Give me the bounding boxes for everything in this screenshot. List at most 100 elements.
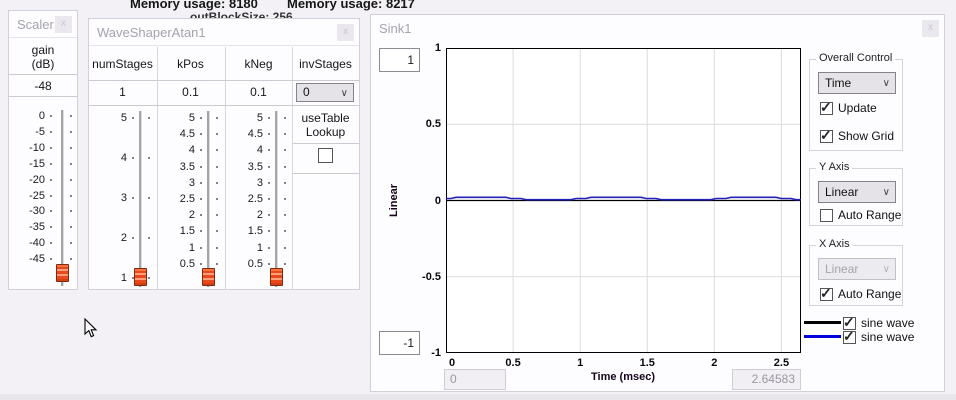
slider-handle[interactable] bbox=[134, 268, 147, 286]
x-axis-group: X Axis Linear ∨ Auto Range bbox=[809, 245, 903, 306]
slider-tick-label: -20 bbox=[9, 174, 45, 186]
ws-column-header: kNeg bbox=[225, 57, 292, 71]
slider-tick-mark bbox=[50, 163, 52, 165]
ws-column-value: 0.1 bbox=[225, 85, 292, 99]
slider-tick-mark bbox=[200, 214, 202, 216]
x-auto-range-row[interactable]: Auto Range bbox=[820, 287, 901, 301]
slider-tick-mark bbox=[268, 182, 270, 184]
slider-tick-mark bbox=[70, 226, 72, 228]
scaler-value: -48 bbox=[9, 79, 77, 93]
plot-canvas[interactable] bbox=[446, 48, 801, 353]
slider-track[interactable] bbox=[207, 111, 210, 287]
slider-tick-mark bbox=[216, 133, 218, 135]
y-auto-range-checkbox[interactable] bbox=[820, 209, 833, 222]
x-min-input[interactable]: 0 bbox=[444, 369, 506, 390]
slider-tick-mark bbox=[200, 117, 202, 119]
domain-select[interactable]: Time ∨ bbox=[818, 72, 896, 94]
slider-tick-mark bbox=[216, 182, 218, 184]
update-checkbox[interactable] bbox=[820, 102, 833, 115]
slider-tick-mark bbox=[284, 263, 286, 265]
panel-close-icon[interactable]: x bbox=[922, 20, 939, 37]
x-tick-label: 1.5 bbox=[640, 357, 655, 369]
slider-tick-mark bbox=[200, 166, 202, 168]
slider-tick-label: 2 bbox=[225, 209, 263, 221]
slider-tick-mark bbox=[50, 147, 52, 149]
slider-tick-mark bbox=[216, 230, 218, 232]
slider-tick-label: 0.5 bbox=[225, 258, 263, 270]
slider-tick-mark bbox=[268, 149, 270, 151]
slider-tick-label: -30 bbox=[9, 205, 45, 217]
slider-handle[interactable] bbox=[202, 268, 215, 286]
window-bottom-edge bbox=[0, 394, 956, 400]
slider-tick-mark bbox=[132, 237, 134, 239]
y-scale-selected-value: Linear bbox=[825, 185, 858, 199]
plot-area[interactable] bbox=[446, 48, 801, 353]
invstages-header: invStages bbox=[292, 57, 359, 71]
slider-tick-mark bbox=[200, 149, 202, 151]
ws-column-value: 1 bbox=[89, 85, 156, 99]
x-axis-title: Time (msec) bbox=[591, 371, 655, 383]
chevron-down-icon: ∨ bbox=[883, 260, 890, 280]
x-tick-label: 0.5 bbox=[505, 357, 520, 369]
y-axis-title: Linear bbox=[387, 48, 401, 353]
y-auto-range-row[interactable]: Auto Range bbox=[820, 208, 901, 222]
slider-tick-mark bbox=[70, 115, 72, 117]
y-tick-label: -1 bbox=[409, 347, 441, 359]
slider-tick-label: 5 bbox=[225, 112, 263, 124]
slider-tick-mark bbox=[284, 198, 286, 200]
divider bbox=[293, 173, 359, 174]
slider-tick-label: 4.5 bbox=[157, 128, 195, 140]
slider-tick-mark bbox=[148, 157, 150, 159]
slider-tick-mark bbox=[284, 214, 286, 216]
y-scale-select[interactable]: Linear ∨ bbox=[818, 181, 896, 203]
scaler-panel: Scaler1 x gain (dB) -48 0-5-10-15-20-25-… bbox=[8, 10, 78, 290]
slider-handle[interactable] bbox=[56, 264, 69, 282]
slider-tick-mark bbox=[148, 117, 150, 119]
scaler-param-name: gain bbox=[9, 43, 77, 57]
slider-tick-mark bbox=[216, 214, 218, 216]
slider-tick-label: 3 bbox=[157, 177, 195, 189]
slider-handle[interactable] bbox=[270, 268, 283, 286]
slider-tick-mark bbox=[148, 197, 150, 199]
scaler-param-name-2: (dB) bbox=[9, 57, 77, 71]
slider-tick-mark bbox=[50, 115, 52, 117]
sink-panel-title: Sink1 x bbox=[371, 15, 944, 42]
x-tick-label: 1 bbox=[577, 357, 583, 369]
slider-tick-mark bbox=[70, 195, 72, 197]
slider-track[interactable] bbox=[139, 111, 142, 287]
legend-item[interactable]: sine wave bbox=[843, 330, 914, 344]
update-checkbox-row[interactable]: Update bbox=[820, 101, 877, 115]
slider-tick-mark bbox=[268, 133, 270, 135]
panel-close-icon[interactable]: x bbox=[55, 16, 72, 33]
slider-tick-mark bbox=[284, 117, 286, 119]
show-grid-checkbox[interactable] bbox=[820, 130, 833, 143]
x-auto-range-checkbox[interactable] bbox=[820, 288, 833, 301]
slider-tick-mark bbox=[284, 166, 286, 168]
overall-control-group: Overall Control Time ∨ Update Show Grid bbox=[809, 59, 903, 151]
slider-track[interactable] bbox=[61, 110, 64, 286]
x-scale-selected-value: Linear bbox=[825, 262, 858, 276]
slider-tick-mark bbox=[200, 198, 202, 200]
slider-tick-mark bbox=[200, 230, 202, 232]
slider-tick-mark bbox=[70, 147, 72, 149]
slider-track[interactable] bbox=[275, 111, 278, 287]
slider-tick-mark bbox=[50, 210, 52, 212]
x-max-input[interactable]: 2.64583 bbox=[732, 369, 801, 390]
slider-tick-label: 3 bbox=[89, 192, 127, 204]
slider-tick-mark bbox=[70, 131, 72, 133]
y-tick-label: -0.5 bbox=[409, 271, 441, 283]
slider-tick-mark bbox=[216, 149, 218, 151]
mouse-cursor bbox=[84, 318, 98, 344]
slider-tick-label: 5 bbox=[89, 112, 127, 124]
slider-tick-mark bbox=[50, 242, 52, 244]
invstages-select[interactable]: 0 ∨ bbox=[296, 83, 354, 102]
slider-tick-mark bbox=[50, 226, 52, 228]
usetable-checkbox[interactable] bbox=[318, 148, 333, 163]
slider-tick-label: -15 bbox=[9, 158, 45, 170]
slider-tick-mark bbox=[132, 157, 134, 159]
show-grid-checkbox-row[interactable]: Show Grid bbox=[820, 129, 894, 143]
legend-label: sine wave bbox=[861, 330, 914, 344]
legend-checkbox[interactable] bbox=[843, 331, 856, 344]
y-auto-range-label: Auto Range bbox=[838, 208, 901, 222]
slider-tick-mark bbox=[50, 195, 52, 197]
